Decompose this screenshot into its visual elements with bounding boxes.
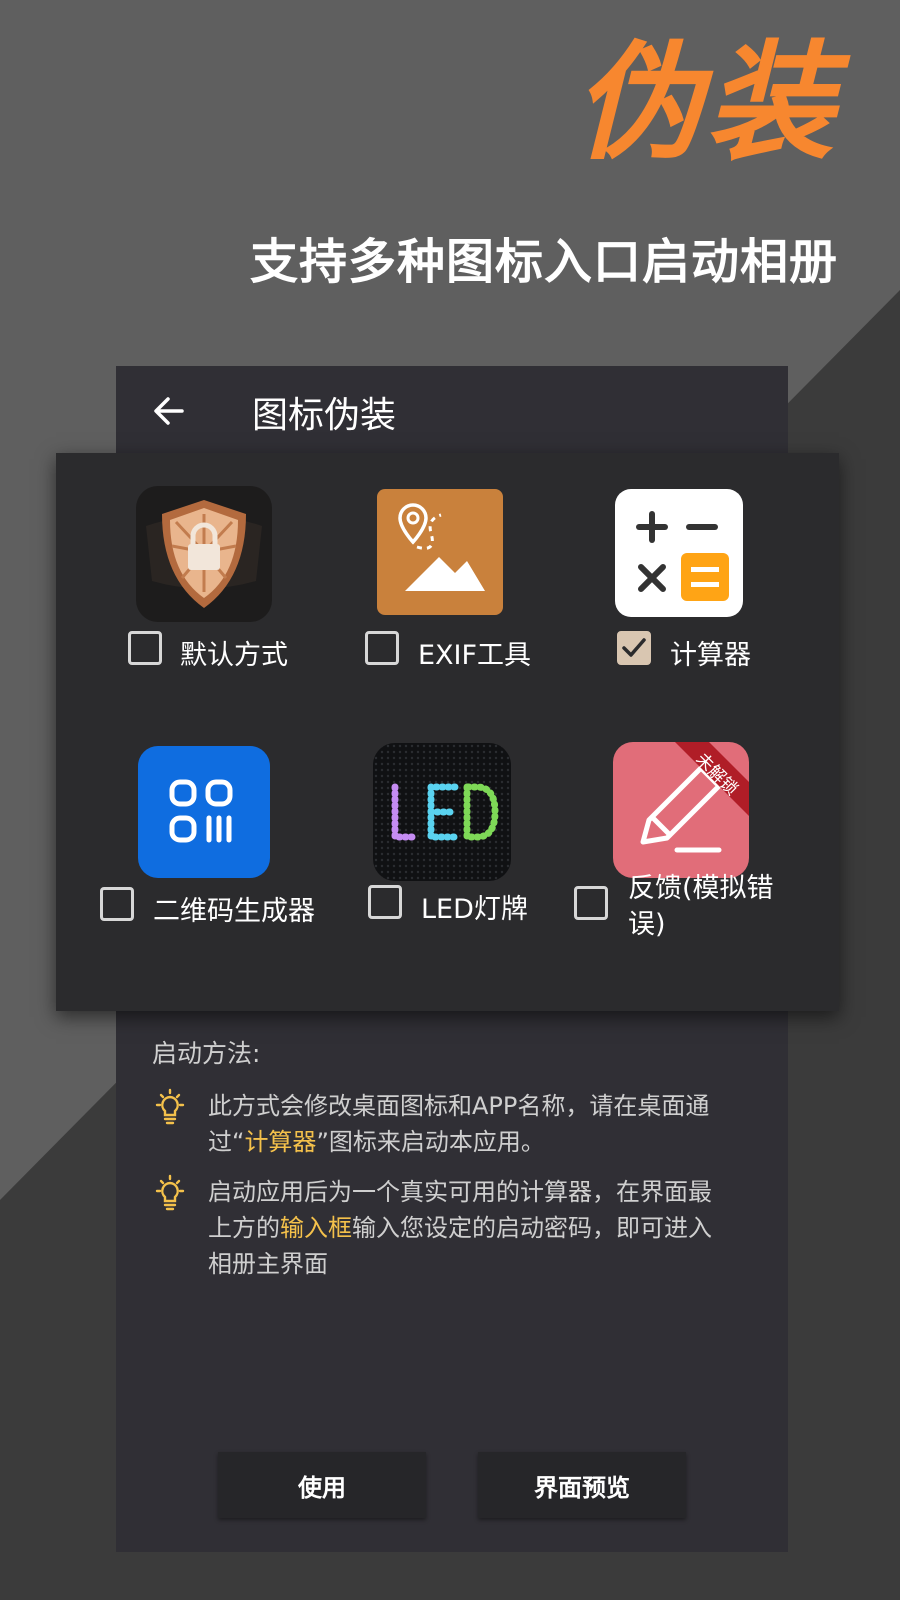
checkbox-qr[interactable] <box>100 887 134 921</box>
option-label-default: 默认方式 <box>180 640 288 671</box>
qr-code-icon[interactable] <box>138 746 270 878</box>
page-title: 图标伪装 <box>252 395 397 436</box>
checkbox-led[interactable] <box>368 885 402 919</box>
option-label-feedback: 反馈(模拟错误) <box>628 873 774 940</box>
icon-options-panel: 默认方式 EXIF工具 计算器 二维码生成器 LED灯牌 未解锁 反馈(模拟错误… <box>56 453 839 1011</box>
promo-subline: 支持多种图标入口启动相册 <box>249 234 838 290</box>
use-button[interactable]: 使用 <box>218 1452 426 1518</box>
tip-1-highlight: 计算器 <box>244 1128 317 1156</box>
shield-lock-icon[interactable] <box>136 486 272 622</box>
checkmark-icon <box>622 638 646 657</box>
checkbox-calculator[interactable] <box>617 631 651 665</box>
checkbox-default[interactable] <box>128 631 162 665</box>
tip-2-text: 启动应用后为一个真实可用的计算器，在界面最上方的输入框输入您设定的启动密码，即可… <box>208 1178 712 1278</box>
promo-headline: 伪装 <box>573 29 838 178</box>
map-photo-icon[interactable] <box>377 489 503 615</box>
led-sign-icon[interactable] <box>373 743 511 881</box>
option-label-calculator: 计算器 <box>670 640 751 671</box>
calculator-icon[interactable] <box>615 489 743 617</box>
tip-2-highlight: 输入框 <box>280 1214 352 1242</box>
back-arrow-icon[interactable] <box>152 394 186 428</box>
lightbulb-icon <box>155 1088 185 1125</box>
option-label-exif: EXIF工具 <box>418 640 532 671</box>
pencil-edit-icon[interactable]: 未解锁 <box>613 742 749 878</box>
option-label-qr: 二维码生成器 <box>153 896 315 927</box>
option-label-led: LED灯牌 <box>421 894 528 925</box>
preview-button[interactable]: 界面预览 <box>478 1452 686 1518</box>
lightbulb-icon <box>155 1174 185 1211</box>
method-title: 启动方法: <box>152 1039 261 1068</box>
top-bar: 图标伪装 <box>116 366 788 456</box>
checkbox-feedback[interactable] <box>574 886 608 920</box>
tip-1-text: 此方式会修改桌面图标和APP名称，请在桌面通过“计算器”图标来启动本应用。 <box>208 1092 710 1156</box>
checkbox-exif[interactable] <box>365 631 399 665</box>
